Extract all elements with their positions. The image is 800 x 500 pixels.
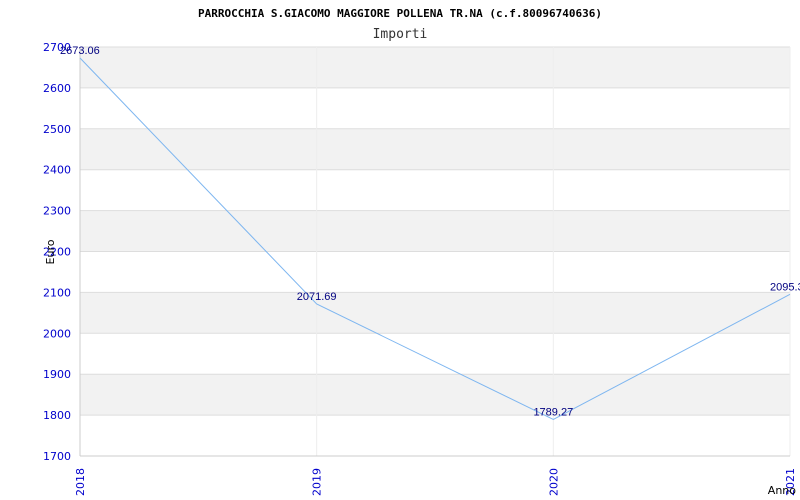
x-tick-label: 2018 xyxy=(74,468,87,496)
grid-band xyxy=(80,47,790,88)
y-axis-label: Euro xyxy=(44,239,57,264)
chart-subtitle: Importi xyxy=(373,27,428,42)
x-tick-labels: 2018 2019 2020 2021 xyxy=(74,468,797,496)
chart-title: PARROCCHIA S.GIACOMO MAGGIORE POLLENA TR… xyxy=(198,7,602,20)
grid-band xyxy=(80,415,790,456)
grid-band xyxy=(80,292,790,334)
x-tick-label: 2020 xyxy=(547,468,560,496)
data-label: 2095.3 xyxy=(770,281,800,293)
grid-band xyxy=(80,374,790,416)
y-tick-label: 2400 xyxy=(43,164,71,177)
y-tick-label: 1800 xyxy=(43,409,71,422)
grid-band xyxy=(80,333,790,375)
grid-band xyxy=(80,251,790,293)
y-tick-label: 2600 xyxy=(43,82,71,95)
grid-band xyxy=(80,210,790,252)
y-tick-label: 2500 xyxy=(43,123,71,136)
data-label: 2673.06 xyxy=(60,45,100,57)
grid-band xyxy=(80,128,790,170)
y-tick-label: 2300 xyxy=(43,205,71,218)
y-tick-label: 2000 xyxy=(43,327,71,340)
line-chart: 1700180019002000210022002300240025002600… xyxy=(43,7,800,497)
grid-band xyxy=(80,169,790,211)
data-label: 1789.27 xyxy=(533,406,573,418)
grid-band xyxy=(80,87,790,129)
y-tick-label: 1900 xyxy=(43,368,71,381)
y-tick-label: 2100 xyxy=(43,286,71,299)
y-tick-label: 1700 xyxy=(43,450,71,463)
x-axis-label: Anno xyxy=(768,484,796,497)
data-label: 2071.69 xyxy=(297,291,337,303)
x-tick-label: 2019 xyxy=(311,468,324,496)
